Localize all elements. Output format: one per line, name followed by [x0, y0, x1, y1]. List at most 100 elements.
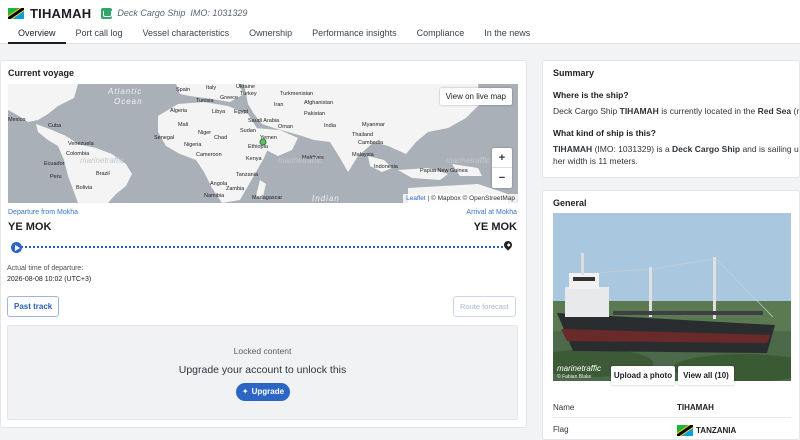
map-label: Malaysia	[352, 152, 374, 158]
map-label: Mali	[178, 122, 189, 128]
photo-credit: © Fabian Blake	[557, 374, 592, 380]
tab-performance-insights[interactable]: Performance insights	[302, 24, 407, 44]
map-label: Italy	[206, 85, 217, 91]
tab-port-call-log[interactable]: Port call log	[66, 24, 133, 44]
flag-value-row: TANZANIA	[677, 425, 736, 436]
map-label: Yemen	[260, 135, 277, 141]
row-divider	[553, 417, 791, 418]
tanzania-flag-icon	[8, 7, 24, 19]
leaflet-link[interactable]: Leaflet	[406, 195, 426, 202]
map-label: Nigeria	[184, 142, 202, 148]
map-label: Oman	[278, 124, 293, 130]
tab-ownership[interactable]: Ownership	[239, 24, 302, 44]
map-label: Zambia	[226, 186, 245, 192]
map-label: Chad	[214, 135, 228, 141]
locked-content-panel: Locked content Upgrade your account to u…	[7, 325, 518, 420]
map-label: Ethiopia	[248, 144, 268, 150]
answer-text: Deck Cargo Ship	[553, 106, 620, 116]
map-label: Mexico	[8, 117, 26, 123]
view-on-live-map-button[interactable]: View on live map	[439, 88, 512, 105]
tab-in-the-news[interactable]: In the news	[474, 24, 540, 44]
summary-answer-type: TIHAMAH (IMO: 1031329) is a Deck Cargo S…	[553, 144, 799, 154]
ship-photo-image	[553, 213, 791, 381]
map-label: Senegal	[154, 135, 175, 141]
map-watermark: marinetraffic	[278, 156, 323, 165]
map-watermark: marinetraffic	[80, 156, 125, 165]
map-label: Madagascar	[252, 195, 283, 201]
map-label: Myanmar	[362, 122, 385, 128]
atd-label: Actual time of departure:	[7, 265, 84, 272]
ship-type: Deck Cargo Ship	[117, 8, 186, 18]
summary-title: Summary	[553, 68, 595, 78]
map-label: Spain	[176, 87, 191, 93]
map-label: Tanzania	[236, 172, 259, 178]
ship-imo: IMO: 1031329	[190, 8, 248, 18]
upgrade-message: Upgrade your account to unlock this	[178, 364, 347, 376]
tab-overview[interactable]: Overview	[8, 24, 66, 44]
map-label: Peru	[50, 174, 62, 180]
map-label: Thailand	[352, 132, 374, 138]
map-label: Saudi Arabia	[248, 118, 280, 124]
voyage-map[interactable]: Atlantic Ocean Indian Spain Italy Ukrain…	[8, 84, 518, 203]
page-header: TIHAMAH Deck Cargo Ship IMO: 1031329 Ove…	[0, 0, 800, 44]
tab-vessel-characteristics[interactable]: Vessel characteristics	[133, 24, 240, 44]
tab-bar: Overview Port call log Vessel characteri…	[0, 24, 540, 44]
map-label: Turkmenistan	[280, 91, 314, 97]
arrival-label[interactable]: Arrival at Mokha	[466, 209, 517, 216]
departure-label[interactable]: Departure from Mokha	[8, 209, 78, 216]
map-label: Angola	[210, 181, 228, 187]
map-label: Bolivia	[76, 185, 93, 191]
ship-photo[interactable]: marinetraffic © Fabian Blake	[553, 213, 791, 381]
map-label: Tunisia	[196, 98, 214, 104]
departure-port: YE MOK	[8, 221, 52, 233]
departure-marker-icon	[11, 242, 22, 253]
answer-ship-type: Deck Cargo Ship	[672, 144, 741, 154]
map-label: Ecuador	[44, 161, 65, 167]
map-label: Cuba	[48, 123, 62, 129]
answer-text: (IMO: 1031329) is a	[592, 144, 673, 154]
arrival-port: YE MOK	[473, 221, 517, 233]
map-ocean-label: Ocean	[114, 97, 143, 106]
current-voyage-title: Current voyage	[8, 68, 75, 78]
summary-answer-location: Deck Cargo Ship TIHAMAH is currently loc…	[553, 106, 799, 116]
flag-value: TANZANIA	[696, 426, 737, 435]
view-all-photos-button[interactable]: View all (10)	[678, 366, 734, 385]
answer-ship-name: TIHAMAH	[619, 106, 659, 116]
map-label: Kenya	[246, 156, 262, 162]
tab-compliance[interactable]: Compliance	[407, 24, 475, 44]
upload-photo-button[interactable]: Upload a photo	[611, 366, 675, 385]
locked-content-label: Locked content	[233, 346, 292, 356]
map-label: Algeria	[170, 108, 188, 114]
answer-location: Red Sea	[757, 106, 792, 116]
atd-value: 2026-08-08 10:02 (UTC+3)	[7, 276, 92, 283]
name-value: TIHAMAH	[677, 403, 714, 412]
zoom-out-button[interactable]: −	[492, 168, 512, 188]
map-label: India	[324, 123, 336, 129]
attribution-text: | © Mapbox © OpenStreetMap	[425, 195, 515, 202]
map-label: Turkey	[240, 91, 257, 97]
map-label: Greece	[220, 95, 239, 101]
map-label: Cambodia	[358, 140, 384, 146]
ship-title-row: TIHAMAH Deck Cargo Ship IMO: 1031329	[8, 4, 247, 22]
map-label: Venezuela	[68, 141, 94, 147]
map-label: Niger	[198, 130, 212, 136]
upgrade-button-label: Upgrade	[251, 387, 285, 396]
summary-question-location: Where is the ship?	[553, 90, 629, 100]
ship-name: TIHAMAH	[30, 5, 92, 21]
map-label: Sudan	[240, 128, 256, 134]
name-label: Name	[553, 403, 575, 412]
upgrade-button[interactable]: ✦ Upgrade	[236, 383, 290, 401]
map-label: Pakistan	[304, 111, 326, 117]
zoom-in-button[interactable]: +	[492, 148, 512, 168]
photo-watermark: marinetraffic	[557, 364, 602, 373]
sparkle-icon: ✦	[241, 387, 249, 396]
answer-text: and is sailing und	[742, 144, 799, 154]
map-label: Indonesia	[374, 164, 398, 170]
map-label: Iran	[274, 102, 284, 108]
map-label: Brazil	[96, 171, 110, 177]
past-track-button[interactable]: Past track	[7, 296, 60, 317]
map-label: Egypt	[234, 109, 249, 115]
voyage-progress-track	[13, 246, 507, 248]
summary-question-type: What kind of ship is this?	[553, 128, 656, 138]
route-forecast-button[interactable]: Route forecast	[453, 296, 516, 317]
